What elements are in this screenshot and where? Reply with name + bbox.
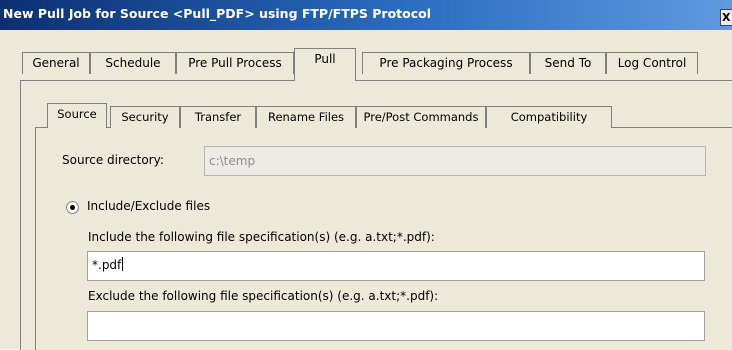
tab-pre-packaging-process[interactable]: Pre Packaging Process [362, 52, 530, 74]
tab-label: Pre Pull Process [188, 56, 282, 70]
tab-label: Transfer [194, 110, 242, 124]
tab-transfer[interactable]: Transfer [180, 106, 256, 128]
tab-log-control[interactable]: Log Control [606, 52, 698, 74]
exclude-spec-label: Exclude the following file specification… [88, 289, 439, 303]
tab-general[interactable]: General [22, 52, 90, 74]
tab-label: Security [121, 110, 169, 124]
tab-send-to[interactable]: Send To [530, 52, 606, 74]
tab-pull[interactable]: Pull [294, 48, 356, 81]
close-icon: X [722, 11, 731, 24]
tab-security[interactable]: Security [110, 106, 180, 128]
tab-label: Pre Packaging Process [379, 56, 513, 70]
include-spec-value: *.pdf [92, 258, 122, 272]
text-caret [122, 257, 124, 271]
exclude-spec-field[interactable] [87, 311, 705, 341]
include-spec-field[interactable]: *.pdf [87, 251, 705, 281]
tab-label: General [32, 56, 80, 70]
tab-label: Send To [544, 56, 592, 70]
tab-label: Compatibility [510, 110, 588, 124]
tab-rename-files[interactable]: Rename Files [256, 106, 356, 128]
tab-label: Rename Files [267, 110, 345, 124]
tab-label: Pre/Post Commands [363, 110, 479, 124]
tab-label: Schedule [105, 56, 161, 70]
tab-schedule[interactable]: Schedule [90, 52, 176, 74]
tab-pre-pull-process[interactable]: Pre Pull Process [176, 52, 294, 74]
window-title: New Pull Job for Source <Pull_PDF> using… [3, 6, 432, 21]
tab-source[interactable]: Source [47, 103, 107, 128]
source-directory-label: Source directory: [62, 153, 164, 167]
tab-compatibility[interactable]: Compatibility [486, 106, 612, 128]
radio-selected-dot [70, 205, 75, 210]
tab-label: Log Control [617, 56, 687, 70]
include-exclude-radio[interactable] [66, 201, 79, 214]
title-bar: New Pull Job for Source <Pull_PDF> using… [0, 0, 732, 30]
tab-pre-post-commands[interactable]: Pre/Post Commands [356, 106, 486, 128]
include-spec-label: Include the following file specification… [88, 230, 435, 244]
tab-label: Source [57, 107, 97, 121]
tab-label: Pull [314, 52, 336, 66]
include-exclude-label: Include/Exclude files [87, 199, 211, 213]
close-button[interactable]: X [720, 9, 732, 26]
source-directory-field[interactable] [204, 146, 706, 176]
